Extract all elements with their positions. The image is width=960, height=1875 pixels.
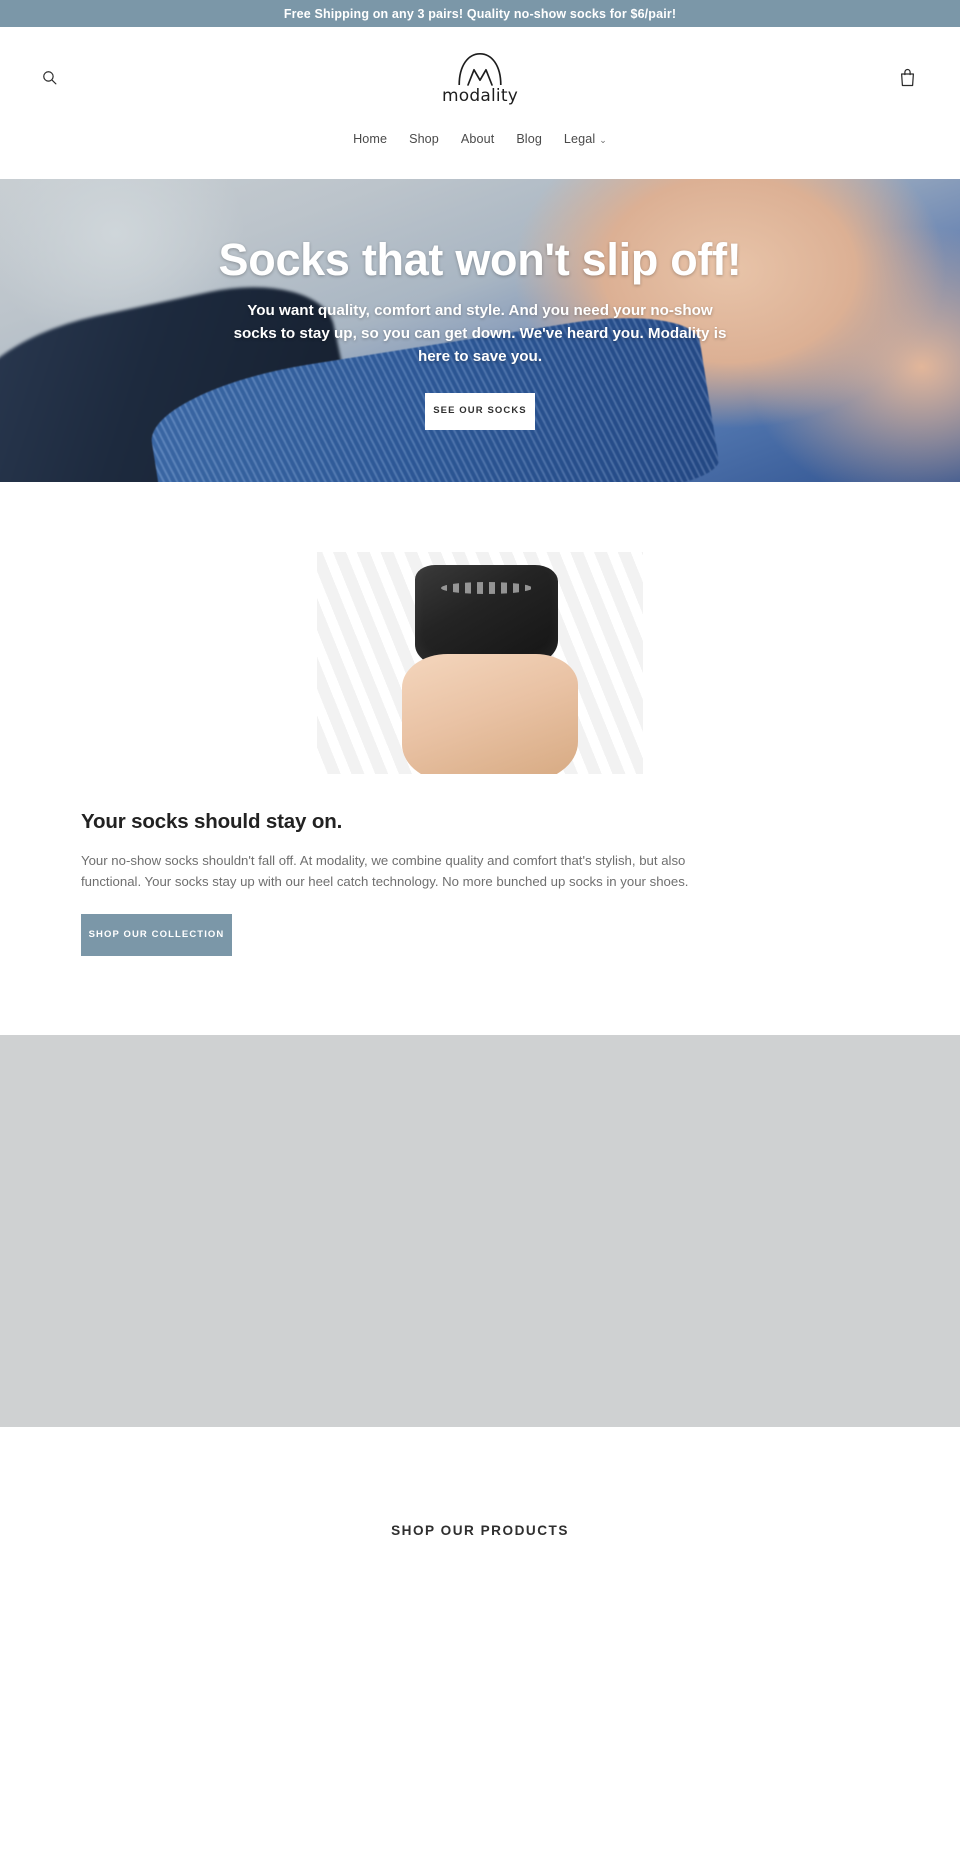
nav-item-home[interactable]: Home <box>353 132 387 146</box>
hero-banner: Socks that won't slip off! You want qual… <box>0 179 960 482</box>
announcement-bar: Free Shipping on any 3 pairs! Quality no… <box>0 0 960 27</box>
search-icon[interactable] <box>34 62 64 92</box>
media-placeholder-block <box>0 1034 960 1427</box>
feature-image-sock <box>414 565 559 668</box>
nav-item-about[interactable]: About <box>461 132 494 146</box>
nav-label: Shop <box>409 132 439 146</box>
feature-copy: Your socks should stay on. Your no-show … <box>80 810 880 956</box>
chevron-down-icon: ⌄ <box>599 134 607 145</box>
nav-item-shop[interactable]: Shop <box>409 132 439 146</box>
logo-wordmark: modality <box>442 86 518 106</box>
site-logo[interactable]: modality <box>442 51 518 105</box>
nav-label: Home <box>353 132 388 146</box>
announcement-text: Free Shipping on any 3 pairs! Quality no… <box>283 6 677 21</box>
mountain-peaks-icon <box>458 52 502 86</box>
nav-label: Legal <box>563 132 596 146</box>
shopping-bag-icon[interactable] <box>892 62 922 92</box>
see-our-socks-button[interactable]: SEE OUR SOCKS <box>425 392 535 430</box>
feature-section: Your socks should stay on. Your no-show … <box>0 482 960 956</box>
nav-label: About <box>460 132 495 146</box>
site-header: modality <box>0 27 960 127</box>
feature-heading: Your socks should stay on. <box>81 810 343 833</box>
nav-label: Blog <box>516 132 542 146</box>
nav-item-blog[interactable]: Blog <box>516 132 542 146</box>
hero-title: Socks that won't slip off! <box>218 234 742 285</box>
shop-our-collection-button[interactable]: SHOP OUR COLLECTION <box>81 913 232 956</box>
feature-body-text: Your no-show socks shouldn't fall off. A… <box>81 853 689 890</box>
main-navigation: Home Shop About Blog Legal ⌄ <box>0 127 960 179</box>
feature-image <box>317 552 643 774</box>
feature-image-hand <box>401 654 578 774</box>
hero-subtitle: You want quality, comfort and style. And… <box>233 302 727 366</box>
products-section: SHOP OUR PRODUCTS <box>0 1426 960 1658</box>
products-section-title: SHOP OUR PRODUCTS <box>391 1522 569 1538</box>
nav-item-legal[interactable]: Legal ⌄ <box>564 132 607 146</box>
